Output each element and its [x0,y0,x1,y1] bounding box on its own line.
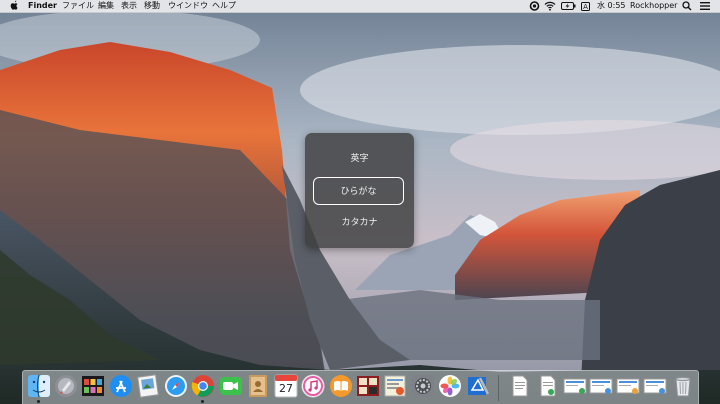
running-indicator [201,400,204,403]
contacts-icon[interactable] [246,374,270,398]
itunes-icon[interactable] [301,374,325,398]
dock-separator [498,375,499,401]
menu-window[interactable]: ウインドウ [168,0,208,12]
finder-icon[interactable] [27,374,51,403]
document-1-icon[interactable] [508,374,532,398]
trash-icon[interactable] [671,374,695,398]
running-indicator [37,400,40,403]
dock: 27 [22,370,699,404]
menu-bar: Finder ファイル 編集 表示 移動 ウインドウ ヘルプ A 水 0:55 … [0,0,720,13]
menu-app-name[interactable]: Finder [28,0,57,12]
calendar-day: 27 [279,382,293,395]
menu-go[interactable]: 移動 [144,0,160,12]
menu-help[interactable]: ヘルプ [212,0,236,12]
wifi-icon[interactable] [544,1,556,15]
photo-booth-2-icon[interactable] [356,374,380,398]
screenshot-1-icon[interactable] [563,374,589,398]
input-mode-alphanumeric[interactable]: 英字 [305,147,414,171]
input-mode-hiragana[interactable]: ひらがな [313,177,404,205]
chrome-icon[interactable] [191,374,215,403]
menu-view[interactable]: 表示 [121,0,137,12]
creative-cloud-icon[interactable] [529,1,540,15]
search-icon[interactable] [682,1,692,15]
menu-edit[interactable]: 編集 [98,0,114,12]
input-mode-katakana[interactable]: カタカナ [305,211,414,235]
safari-icon[interactable] [164,374,188,398]
preview-icon[interactable] [136,374,160,398]
system-preferences-icon[interactable] [411,374,435,398]
notes-icon[interactable] [383,374,407,398]
apple-icon[interactable] [10,0,19,15]
screenshot-4-icon[interactable] [643,374,669,398]
launchpad-icon[interactable] [54,374,78,398]
screenshot-3-icon[interactable] [616,374,642,398]
input-source-indicator[interactable]: A [581,1,590,11]
menu-clock[interactable]: 水 0:55 [597,0,626,12]
photos-icon[interactable] [438,374,462,398]
menu-file[interactable]: ファイル [62,0,94,12]
menu-user[interactable]: Rockhopper [630,0,677,12]
facetime-icon[interactable] [219,374,243,398]
photo-booth-icon[interactable] [81,374,105,398]
xcode-icon[interactable] [466,374,490,398]
ibooks-icon[interactable] [329,374,353,398]
document-2-icon[interactable] [536,374,560,398]
menu-list-icon[interactable] [700,2,710,14]
app-store-icon[interactable] [109,374,133,398]
screenshot-2-icon[interactable] [589,374,615,398]
calendar-icon[interactable]: 27 [274,374,298,398]
battery-icon[interactable] [561,2,576,14]
input-mode-popup: 英字 ひらがな カタカナ [305,133,414,248]
